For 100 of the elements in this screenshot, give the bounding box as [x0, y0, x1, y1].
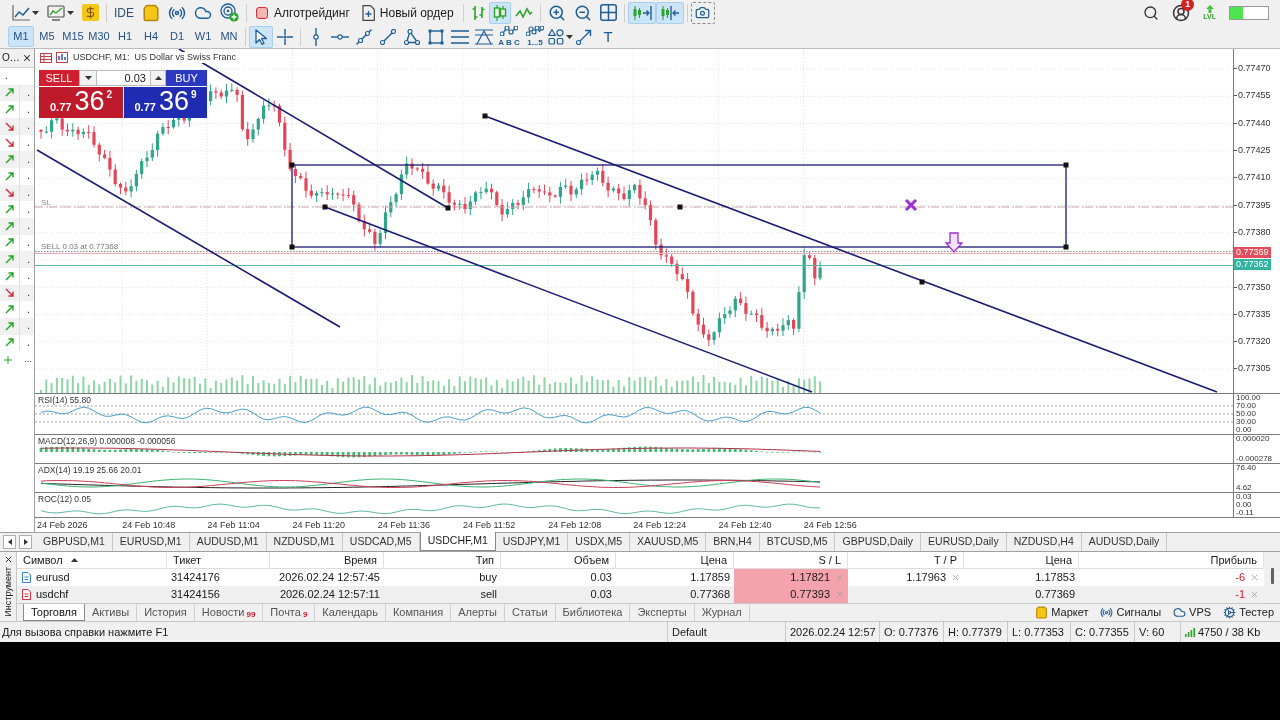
monitor-chart-icon: [47, 4, 65, 21]
timeframe-button[interactable]: MN: [216, 26, 242, 47]
scroll-left-button[interactable]: [3, 535, 16, 549]
volume-value: 0.03: [590, 589, 612, 600]
status-field: O: 0.77376: [884, 626, 939, 638]
caret-up-icon: [154, 76, 162, 80]
timeframe-button[interactable]: D1: [164, 26, 190, 47]
timeframe-button[interactable]: M1: [8, 26, 34, 47]
service-button[interactable]: VPS: [1173, 604, 1212, 621]
column-header[interactable]: Тип: [384, 552, 501, 569]
chart-shift-button[interactable]: [655, 1, 684, 24]
arrow-line-icon: [576, 28, 592, 45]
time-label: 24 Feb 12:40: [718, 520, 772, 530]
wave-tool-button[interactable]: A B C: [496, 25, 522, 48]
price-label: 0.77335: [1237, 309, 1271, 319]
chart-icon: [56, 52, 68, 63]
volume-up-button[interactable]: [150, 70, 166, 86]
column-header[interactable]: .: [5, 71, 8, 82]
shift-left-icon: [659, 4, 680, 21]
quote-value: .: [27, 204, 30, 215]
timeframe-button[interactable]: M5: [34, 26, 60, 47]
profit-value: -6: [1235, 572, 1245, 583]
quote-value: .: [27, 254, 30, 265]
time-label: 24 Feb 11:36: [377, 520, 431, 530]
stop-loss-line[interactable]: [35, 206, 1233, 208]
text-tool-button[interactable]: T: [596, 25, 620, 48]
chart-tab[interactable]: USDCHF,M1: [419, 532, 496, 551]
time-label: 24 Feb 11:52: [462, 520, 516, 530]
search-icon[interactable]: [1143, 4, 1160, 21]
price-label: 0.77380: [1237, 227, 1271, 237]
new-order-button[interactable]: Новый ордер: [355, 1, 460, 24]
ide-button[interactable]: IDE: [110, 1, 138, 24]
service-button[interactable]: Тестер: [1223, 604, 1274, 621]
service-button[interactable]: Сигналы: [1100, 604, 1162, 621]
wave-icon: [500, 26, 518, 36]
scroll-right-button[interactable]: [19, 535, 32, 549]
timeframe-button[interactable]: M30: [86, 26, 112, 47]
anchor-handle[interactable]: [289, 162, 295, 168]
service-button[interactable]: Маркет: [1035, 604, 1089, 621]
status-field: 2026.02.24 12:57: [790, 626, 876, 638]
price-label: 0.77440: [1237, 118, 1271, 128]
candlestick-chart-button[interactable]: [488, 1, 511, 24]
dollar-icon: [82, 4, 99, 21]
timeframe-button[interactable]: H1: [112, 26, 138, 47]
axis-label: 0.00: [1236, 426, 1252, 434]
close-icon[interactable]: [22, 53, 32, 63]
anchor-handle[interactable]: [677, 204, 683, 210]
auto-scroll-button[interactable]: [627, 1, 656, 24]
time-label: 24 Feb 2026: [37, 520, 88, 530]
column-header[interactable]: Цена: [616, 552, 734, 569]
sell-button[interactable]: SELL: [39, 70, 79, 86]
time-label: 24 Feb 12:56: [803, 520, 857, 530]
column-header[interactable]: Время: [270, 552, 384, 569]
timeframe-button[interactable]: W1: [190, 26, 216, 47]
cursor-tool-button[interactable]: [249, 25, 273, 48]
volume-field[interactable]: 0.03: [97, 70, 150, 86]
axis-label: 0.03: [1236, 493, 1252, 501]
algo-trading-button[interactable]: Алготрейдинг: [250, 1, 356, 24]
scrollbar-thumb[interactable]: [1270, 568, 1274, 584]
column-header[interactable]: Тикет: [167, 552, 270, 569]
timeframe-button[interactable]: M15: [60, 26, 86, 47]
shopping-bag-icon: [1035, 606, 1049, 619]
wave-count-icon: [526, 26, 544, 36]
axis-label: 0.000020: [1236, 435, 1270, 443]
column-header[interactable]: Символ: [17, 552, 167, 569]
indicator-label: ADX(14) 19.19 25.66 20.01: [38, 465, 142, 475]
target-plus-icon: [220, 3, 239, 22]
column-header[interactable]: Объем: [501, 552, 616, 569]
screenshot-button[interactable]: [690, 1, 715, 24]
price-label: 0.77410: [1237, 173, 1271, 183]
quote-value: .: [27, 237, 30, 248]
volume-down-button[interactable]: [79, 70, 97, 86]
close-icon[interactable]: [3, 555, 13, 564]
anchor-handle[interactable]: [1063, 162, 1069, 168]
anchor-handle[interactable]: [482, 113, 488, 119]
timeframe-button[interactable]: H4: [138, 26, 164, 47]
line-icon: [380, 28, 396, 45]
wave-count-tool-button[interactable]: 1...5: [522, 25, 548, 48]
market-row[interactable]: .: [0, 84, 34, 102]
column-header[interactable]: T / P: [848, 552, 964, 569]
ticket-number: 31424156: [171, 589, 220, 600]
buy-button[interactable]: BUY: [166, 70, 207, 86]
rectangle-icon: [428, 28, 444, 45]
cloud-icon: [1173, 606, 1187, 619]
price-label: 0.77470: [1237, 64, 1271, 74]
column-header[interactable]: S / L: [734, 552, 848, 569]
time-label: 24 Feb 12:24: [633, 520, 687, 530]
anchor-handle[interactable]: [919, 279, 925, 285]
market-row[interactable]: .: [0, 151, 34, 168]
quote-value: .: [27, 104, 30, 115]
more-label[interactable]: ...: [24, 355, 32, 365]
market-row[interactable]: .: [0, 251, 34, 268]
profit-value: -1: [1235, 589, 1245, 600]
range-rectangle[interactable]: [291, 164, 1067, 248]
column-header[interactable]: Цена: [964, 552, 1079, 569]
anchor-handle[interactable]: [322, 204, 328, 210]
quote-value: .: [27, 287, 30, 298]
vertical-scrollbar[interactable]: [1264, 552, 1280, 603]
anchor-handle[interactable]: [445, 205, 451, 211]
terminal-tab[interactable]: Торговля: [23, 604, 85, 621]
